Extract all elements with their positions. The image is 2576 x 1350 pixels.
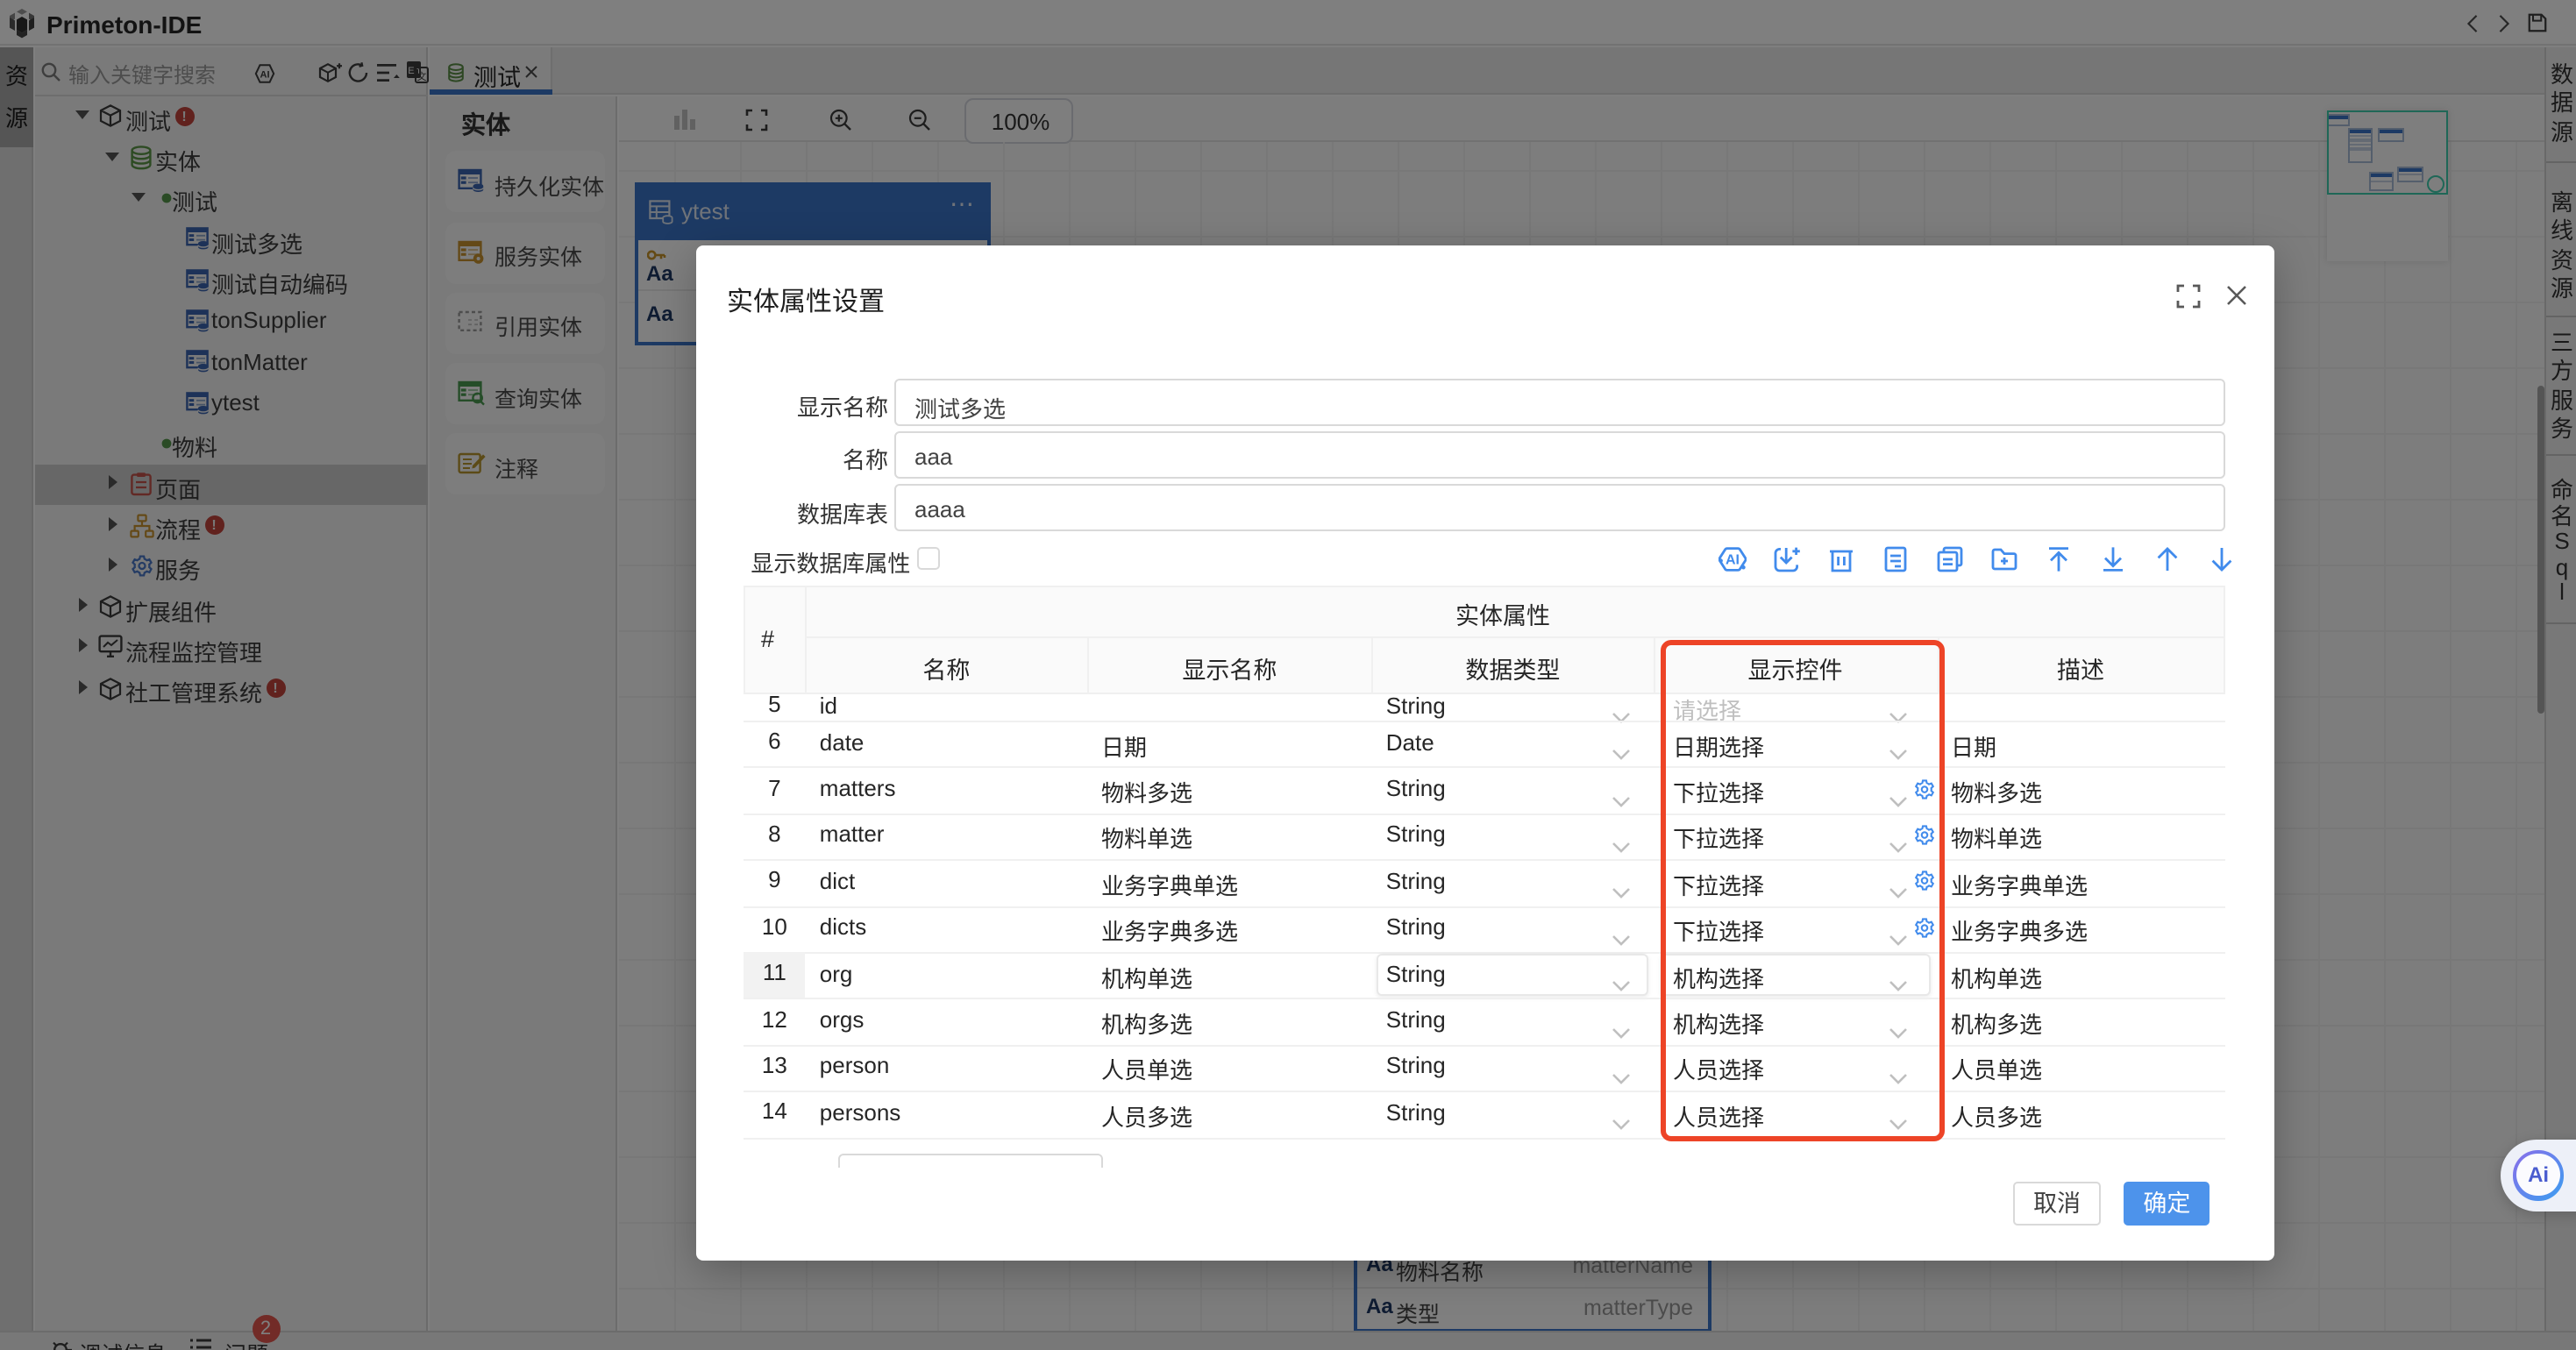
svg-text:AI: AI bbox=[1725, 552, 1739, 567]
